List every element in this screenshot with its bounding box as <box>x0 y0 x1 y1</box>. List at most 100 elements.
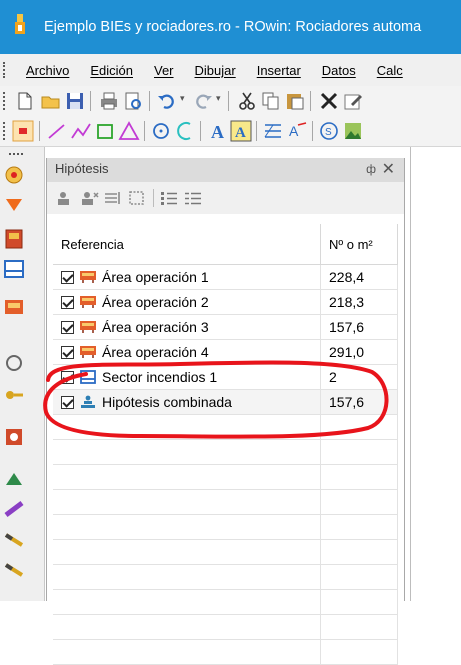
save-icon[interactable] <box>64 90 86 112</box>
menu-ver[interactable]: Ver <box>154 63 174 78</box>
sprinkler-icon[interactable] <box>2 193 26 217</box>
tank-icon[interactable] <box>2 257 26 281</box>
rectangle-icon[interactable] <box>94 120 116 142</box>
text-icon[interactable]: A <box>206 120 228 142</box>
pin-icon[interactable]: ф <box>366 162 376 176</box>
row-checkbox[interactable] <box>61 371 74 384</box>
row-checkbox[interactable] <box>61 296 74 309</box>
empty-row <box>53 514 398 540</box>
drawing-canvas[interactable] <box>410 147 461 601</box>
line-icon[interactable] <box>46 120 68 142</box>
window-title: Ejemplo BIEs y rociadores.ro - ROwin: Ro… <box>44 19 422 35</box>
leader-icon[interactable]: A <box>286 120 308 142</box>
zoom-extents-icon[interactable] <box>127 189 147 207</box>
row-value: 157,6 <box>320 389 398 415</box>
empty-row <box>53 564 398 590</box>
empty-row <box>53 539 398 565</box>
row-value: 228,4 <box>320 264 398 290</box>
combined-hypothesis-icon <box>81 395 95 408</box>
menu-bar: Archivo Edición Ver Dibujar Insertar Dat… <box>0 54 461 86</box>
dimension-icon[interactable] <box>262 120 284 142</box>
svg-text:A: A <box>211 122 224 142</box>
panel-header: Hipótesis ф ✕ <box>47 158 404 182</box>
key-icon[interactable] <box>2 383 26 407</box>
bulleted-list-icon[interactable] <box>159 189 179 207</box>
empty-row <box>53 639 398 665</box>
toolbar-grip[interactable] <box>3 122 9 140</box>
circle-icon[interactable] <box>150 120 172 142</box>
table-row[interactable]: Área operación 4 291,0 <box>53 339 398 365</box>
undo-icon[interactable] <box>156 90 178 112</box>
empty-row <box>53 414 398 440</box>
boxed-text-icon[interactable]: A <box>230 120 252 142</box>
menu-dibujar[interactable]: Dibujar <box>195 63 236 78</box>
area-operation-icon <box>80 346 96 358</box>
collapse-list-icon[interactable] <box>183 189 203 207</box>
select-icon[interactable] <box>12 120 34 142</box>
strip-grip[interactable] <box>9 153 23 155</box>
pipe-yellow-icon[interactable] <box>2 527 26 551</box>
network-icon[interactable] <box>2 467 26 491</box>
redo-icon[interactable] <box>192 90 214 112</box>
delete-icon[interactable] <box>318 90 340 112</box>
row-checkbox[interactable] <box>61 396 74 409</box>
new-file-icon[interactable] <box>14 90 36 112</box>
empty-row <box>53 489 398 515</box>
row-label: Hipótesis combinada <box>102 394 232 410</box>
toolbar-grip[interactable] <box>3 92 9 110</box>
empty-row <box>53 464 398 490</box>
row-value: 291,0 <box>320 339 398 365</box>
menu-insertar[interactable]: Insertar <box>257 63 301 78</box>
symbol-icon[interactable]: S <box>318 120 340 142</box>
add-hypothesis-icon[interactable] <box>55 189 75 207</box>
row-value: 157,6 <box>320 314 398 340</box>
valve-icon[interactable] <box>2 351 26 375</box>
column-header-reference[interactable]: Referencia <box>53 224 321 265</box>
menu-edicion[interactable]: Edición <box>90 63 133 78</box>
list-edit-icon[interactable] <box>103 189 123 207</box>
menu-datos[interactable]: Datos <box>322 63 356 78</box>
paste-icon[interactable] <box>284 90 306 112</box>
triangle-icon[interactable] <box>118 120 140 142</box>
pipe-purple-icon[interactable] <box>2 497 26 521</box>
arc-icon[interactable] <box>174 120 196 142</box>
copy-icon[interactable] <box>260 90 282 112</box>
edit-icon[interactable] <box>342 90 364 112</box>
row-value: 218,3 <box>320 289 398 315</box>
cabinet-icon[interactable] <box>2 227 26 251</box>
table-row[interactable]: Área operación 2 218,3 <box>53 289 398 315</box>
table-row[interactable]: Hipótesis combinada 157,6 <box>53 389 398 415</box>
fire-sector-icon <box>80 370 96 384</box>
app-logo-icon <box>15 14 25 34</box>
close-icon[interactable]: ✕ <box>382 159 395 179</box>
menubar-grip[interactable] <box>3 62 9 78</box>
row-value: 2 <box>320 364 398 390</box>
print-icon[interactable] <box>98 90 120 112</box>
row-checkbox[interactable] <box>61 271 74 284</box>
title-bar: Ejemplo BIEs y rociadores.ro - ROwin: Ro… <box>0 0 461 54</box>
pump-icon[interactable] <box>2 425 26 449</box>
row-label: Área operación 1 <box>102 269 209 285</box>
panel-title: Hipótesis <box>55 161 109 176</box>
cut-icon[interactable] <box>236 90 258 112</box>
area-operation-icon <box>80 321 96 333</box>
column-header-value[interactable]: Nº o m² <box>320 224 398 265</box>
hypothesis-panel: Hipótesis ф ✕ Referencia Nº o m² Área op… <box>46 158 405 665</box>
menu-archivo[interactable]: Archivo <box>26 63 69 78</box>
pipe-tool-icon[interactable] <box>2 557 26 581</box>
svg-text:A: A <box>289 123 299 139</box>
remove-hypothesis-icon[interactable] <box>79 189 99 207</box>
print-preview-icon[interactable] <box>122 90 144 112</box>
area-tool-icon[interactable] <box>2 295 26 319</box>
menu-calc[interactable]: Calc <box>377 63 403 78</box>
image-icon[interactable] <box>342 120 364 142</box>
hydrant-icon[interactable] <box>2 163 26 187</box>
row-checkbox[interactable] <box>61 321 74 334</box>
table-row[interactable]: Sector incendios 1 2 <box>53 364 398 390</box>
table-row[interactable]: Área operación 1 228,4 <box>53 264 398 290</box>
table-row[interactable]: Área operación 3 157,6 <box>53 314 398 340</box>
row-label: Área operación 4 <box>102 344 209 360</box>
row-checkbox[interactable] <box>61 346 74 359</box>
open-folder-icon[interactable] <box>40 90 62 112</box>
polyline-icon[interactable] <box>70 120 92 142</box>
